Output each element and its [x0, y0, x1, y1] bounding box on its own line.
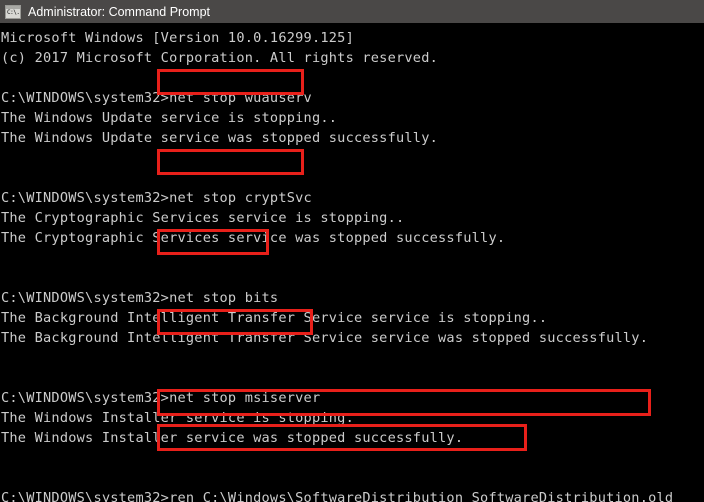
console-line: C:\WINDOWS\system32>ren C:\Windows\Softw…	[1, 490, 674, 502]
console-icon-glyph: C:\.	[7, 8, 20, 16]
console-line: C:\WINDOWS\system32>net stop msiserver	[1, 390, 321, 406]
console-line: The Windows Update service is stopping..	[1, 110, 338, 126]
console-line: The Background Intelligent Transfer Serv…	[1, 330, 649, 346]
console-line: C:\WINDOWS\system32>net stop wuauserv	[1, 90, 312, 106]
console-line: The Cryptographic Services service is st…	[1, 210, 405, 226]
console-line: The Windows Installer service is stoppin…	[1, 410, 354, 426]
console-line: Microsoft Windows [Version 10.0.16299.12…	[1, 30, 354, 46]
console-window-icon: C:\.	[5, 4, 21, 19]
command-prompt-window: C:\. Administrator: Command Prompt Micro…	[0, 0, 704, 502]
console-output-area[interactable]: Microsoft Windows [Version 10.0.16299.12…	[0, 23, 704, 502]
console-line-list: Microsoft Windows [Version 10.0.16299.12…	[0, 28, 704, 502]
console-line: The Background Intelligent Transfer Serv…	[1, 310, 548, 326]
console-line: (c) 2017 Microsoft Corporation. All righ…	[1, 50, 439, 66]
console-line: The Cryptographic Services service was s…	[1, 230, 506, 246]
console-line: The Windows Installer service was stoppe…	[1, 430, 464, 446]
window-title-bar[interactable]: C:\. Administrator: Command Prompt	[0, 0, 704, 23]
console-line: The Windows Update service was stopped s…	[1, 130, 439, 146]
window-title-text: Administrator: Command Prompt	[28, 4, 211, 19]
console-line: C:\WINDOWS\system32>net stop bits	[1, 290, 279, 306]
console-line: C:\WINDOWS\system32>net stop cryptSvc	[1, 190, 312, 206]
